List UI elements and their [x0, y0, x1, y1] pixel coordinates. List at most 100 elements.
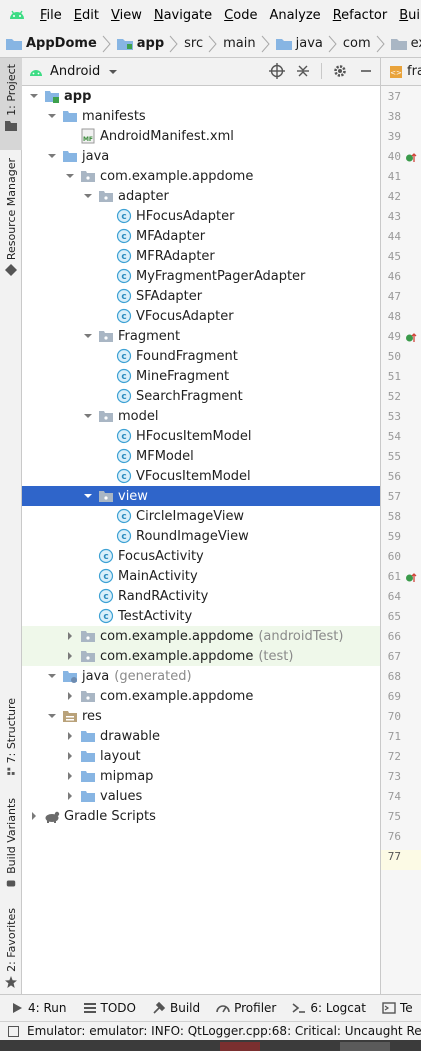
expand-down-icon[interactable] — [46, 110, 58, 122]
status-message[interactable]: Emulator: emulator: INFO: QtLogger.cpp:6… — [27, 1024, 421, 1038]
menu-edit[interactable]: Edit — [70, 8, 103, 23]
tree-node[interactable]: c SearchFragment — [22, 386, 380, 406]
tree-node[interactable]: c TestActivity — [22, 606, 380, 626]
expand-down-icon[interactable] — [46, 710, 58, 722]
tree-node[interactable]: Fragment — [22, 326, 380, 346]
tree-node[interactable]: c FocusActivity — [22, 546, 380, 566]
tab-resource-manager[interactable]: Resource Manager — [0, 154, 22, 278]
locate-icon[interactable] — [269, 63, 285, 79]
expand-right-icon[interactable] — [64, 690, 76, 702]
tree-node[interactable]: c MineFragment — [22, 366, 380, 386]
breadcrumb-item-java[interactable]: java — [270, 35, 337, 53]
tree-node[interactable]: com.example.appdome (test) — [22, 646, 380, 666]
tree-node[interactable]: c MFRAdapter — [22, 246, 380, 266]
tree-node[interactable]: model — [22, 406, 380, 426]
taskbar-item[interactable] — [220, 1042, 260, 1051]
expand-right-icon[interactable] — [64, 770, 76, 782]
tree-node[interactable]: c HFocusItemModel — [22, 426, 380, 446]
tree-node[interactable]: Gradle Scripts — [22, 806, 380, 826]
tree-node[interactable]: res — [22, 706, 380, 726]
menu-analyze[interactable]: Analyze — [265, 8, 324, 23]
tree-node[interactable]: app — [22, 86, 380, 106]
android-icon — [30, 69, 42, 76]
menu-code[interactable]: Code — [220, 8, 261, 23]
tree-node[interactable]: layout — [22, 746, 380, 766]
tab-build-variants[interactable]: Build Variants — [0, 794, 22, 888]
breadcrumb-item-example[interactable]: exar — [385, 36, 421, 51]
tree-node[interactable]: c MFModel — [22, 446, 380, 466]
expand-down-icon[interactable] — [82, 410, 94, 422]
status-toggle-icon[interactable] — [8, 1025, 19, 1037]
bottom-tool-logcat[interactable]: 6: Logcat — [292, 1001, 366, 1015]
tree-node[interactable]: adapter — [22, 186, 380, 206]
tree-node[interactable]: com.example.appdome — [22, 166, 380, 186]
tree-node[interactable]: mipmap — [22, 766, 380, 786]
breadcrumb-item-src[interactable]: src — [178, 35, 217, 53]
menu-navigate[interactable]: Navigate — [150, 8, 216, 23]
tree-node[interactable]: c RoundImageView — [22, 526, 380, 546]
taskbar-item[interactable] — [340, 1042, 390, 1051]
view-selector[interactable]: Android — [50, 64, 100, 79]
override-marker-icon[interactable] — [405, 332, 417, 344]
tree-node-label: model — [118, 408, 159, 424]
tree-node[interactable]: c CircleImageView — [22, 506, 380, 526]
expand-down-icon[interactable] — [82, 330, 94, 342]
logcat-icon — [292, 1003, 306, 1013]
gear-icon[interactable] — [332, 63, 348, 79]
expand-down-icon[interactable] — [46, 670, 58, 682]
expand-right-icon[interactable] — [64, 630, 76, 642]
tree-node[interactable]: drawable — [22, 726, 380, 746]
tree-node[interactable]: java (generated) — [22, 666, 380, 686]
menu-build[interactable]: Build — [395, 8, 421, 23]
bottom-tool-build[interactable]: Build — [152, 1001, 200, 1015]
tree-node[interactable]: c MyFragmentPagerAdapter — [22, 266, 380, 286]
expand-down-icon[interactable] — [46, 150, 58, 162]
override-marker-icon[interactable] — [405, 152, 417, 164]
tree-node[interactable]: c HFocusAdapter — [22, 206, 380, 226]
tab-favorites[interactable]: 2: Favorites — [0, 904, 22, 988]
tab-project[interactable]: 1: Project — [0, 58, 22, 150]
tree-node[interactable]: c FoundFragment — [22, 346, 380, 366]
tree-node[interactable]: c MainActivity — [22, 566, 380, 586]
expand-right-icon[interactable] — [64, 750, 76, 762]
breadcrumb-item-main[interactable]: main — [217, 35, 270, 53]
breadcrumb-item-appdome[interactable]: AppDome — [0, 35, 111, 53]
editor-tab[interactable]: <> fra — [381, 58, 421, 86]
package-icon — [98, 488, 114, 504]
chevron-down-icon[interactable] — [108, 67, 118, 77]
expand-right-icon[interactable] — [28, 810, 40, 822]
tree-node[interactable]: java — [22, 146, 380, 166]
expand-down-icon[interactable] — [64, 170, 76, 182]
breadcrumb-item-app[interactable]: app — [111, 35, 178, 53]
bottom-tool-run[interactable]: 4: Run — [10, 1001, 67, 1015]
menu-file[interactable]: File — [36, 8, 66, 23]
override-marker-icon[interactable] — [405, 572, 417, 584]
tree-node[interactable]: c VFocusAdapter — [22, 306, 380, 326]
tab-structure[interactable]: 7: Structure — [0, 694, 22, 776]
expand-right-icon[interactable] — [64, 790, 76, 802]
menu-refactor[interactable]: Refactor — [329, 8, 392, 23]
expand-down-icon[interactable] — [82, 490, 94, 502]
tree-node[interactable]: c VFocusItemModel — [22, 466, 380, 486]
tree-node[interactable]: c SFAdapter — [22, 286, 380, 306]
menu-view[interactable]: View — [107, 8, 146, 23]
tree-node[interactable]: values — [22, 786, 380, 806]
tree-node[interactable]: com.example.appdome — [22, 686, 380, 706]
expand-down-icon[interactable] — [82, 190, 94, 202]
bottom-tool-terminal[interactable]: Te — [382, 1001, 413, 1015]
bottom-tool-todo[interactable]: TODO — [83, 1001, 136, 1015]
expand-down-icon[interactable] — [28, 90, 40, 102]
tree-node[interactable]: c RandRActivity — [22, 586, 380, 606]
bottom-tool-profiler[interactable]: Profiler — [216, 1001, 276, 1015]
line-number: 47 — [387, 290, 401, 303]
tree-node[interactable]: manifests — [22, 106, 380, 126]
expand-right-icon[interactable] — [64, 650, 76, 662]
collapse-all-icon[interactable] — [295, 63, 311, 79]
tree-node[interactable]: com.example.appdome (androidTest) — [22, 626, 380, 646]
tree-node[interactable]: MF AndroidManifest.xml — [22, 126, 380, 146]
breadcrumb-item-com[interactable]: com — [337, 35, 385, 53]
expand-right-icon[interactable] — [64, 730, 76, 742]
minimize-icon[interactable] — [358, 63, 374, 79]
tree-node[interactable]: c MFAdapter — [22, 226, 380, 246]
tree-node[interactable]: view — [22, 486, 380, 506]
